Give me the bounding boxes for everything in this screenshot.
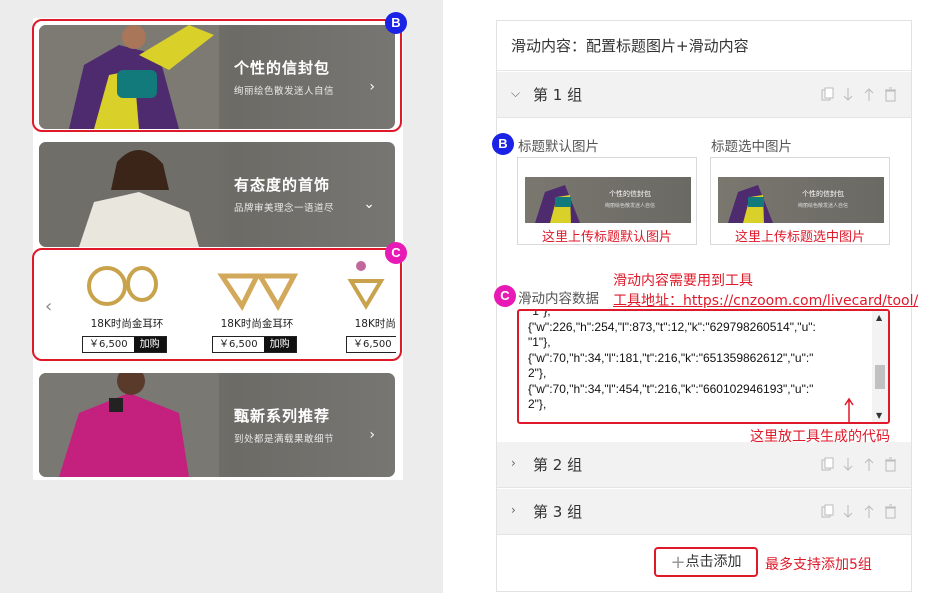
default-image-thumbnail: 个性的信封包 绚丽绘色散发迷人自信	[525, 177, 691, 223]
code-hint-note: 这里放工具生成的代码	[750, 429, 890, 445]
banner-jewelry[interactable]: 有态度的首饰 品牌审美理念一语道尽 ⌄	[39, 142, 395, 247]
red-arrow-up-icon	[844, 397, 854, 424]
group-3-header[interactable]: › 第 3 组	[497, 489, 911, 535]
group-tools	[821, 457, 897, 472]
group-tools	[821, 504, 897, 519]
scroll-thumb[interactable]	[875, 365, 885, 389]
highlight-frame-b	[32, 19, 402, 132]
code-line: 2"},	[528, 397, 547, 411]
banner-subtitle: 品牌审美理念一语道尽	[234, 203, 335, 214]
default-image-upload[interactable]: 个性的信封包 绚丽绘色散发迷人自信 这里上传标题默认图片	[517, 157, 697, 245]
arrow-up-icon[interactable]	[863, 504, 876, 519]
thumbnail-title: 个性的信封包	[609, 190, 651, 198]
banner-new-series[interactable]: 甄新系列推荐 到处都是满载果敢细节 ›	[39, 373, 395, 477]
max-groups-note: 最多支持添加5组	[765, 557, 872, 573]
badge-c: C	[385, 242, 407, 264]
banner-title: 有态度的首饰	[234, 176, 331, 194]
code-line: "1"},	[528, 335, 551, 349]
code-line: {"w":70,"h":34,"l":454,"t":216,"k":"6601…	[528, 381, 814, 396]
model-white-jacket-image	[39, 142, 219, 247]
trash-icon[interactable]	[884, 87, 897, 102]
selected-image-thumbnail: 个性的信封包 绚丽绘色散发迷人自信	[718, 177, 884, 223]
selected-image-upload[interactable]: 个性的信封包 绚丽绘色散发迷人自信 这里上传标题选中图片	[710, 157, 890, 245]
selected-image-label: 标题选中图片	[711, 139, 792, 155]
slide-data-label: 滑动内容数据	[518, 291, 599, 307]
panel-title: 滑动内容：配置标题图片+滑动内容	[497, 21, 911, 71]
arrow-up-icon[interactable]	[863, 457, 876, 472]
arrow-up-icon[interactable]	[863, 87, 876, 102]
chevron-down-icon[interactable]: ⌵	[511, 86, 520, 101]
textarea-scrollbar[interactable]: ▲ ▼	[872, 311, 888, 422]
thumbnail-title: 个性的信封包	[802, 190, 844, 198]
copy-icon[interactable]	[821, 504, 834, 519]
group-1-header[interactable]: ⌵ 第 1 组	[497, 72, 911, 118]
plus-icon: +	[670, 552, 686, 573]
selected-image-hint: 这里上传标题选中图片	[734, 230, 865, 245]
group-tools	[821, 87, 897, 102]
arrow-down-icon[interactable]	[842, 504, 855, 519]
thumbnail-subtitle: 绚丽绘色散发迷人自信	[605, 203, 656, 209]
code-line: 2"},	[528, 366, 547, 380]
arrow-down-icon[interactable]	[842, 457, 855, 472]
scroll-up-icon[interactable]: ▲	[876, 313, 882, 322]
copy-icon[interactable]	[821, 87, 834, 102]
chevron-down-icon: ⌄	[363, 196, 375, 212]
badge-b: B	[385, 12, 407, 34]
model-pink-coat-image	[39, 373, 219, 477]
slide-data-textarea[interactable]: "1"}, {"w":226,"h":254,"l":873,"t":12,"k…	[517, 309, 890, 424]
chevron-right-icon[interactable]: ›	[511, 503, 516, 517]
thumbnail-figure	[535, 185, 580, 223]
copy-icon[interactable]	[821, 457, 834, 472]
banner-title: 甄新系列推荐	[234, 407, 331, 425]
group-name: 第 3 组	[533, 503, 583, 521]
code-line: "1"},	[528, 309, 551, 318]
highlight-frame-c	[32, 248, 402, 361]
badge-c: C	[494, 285, 516, 307]
code-line: {"w":226,"h":254,"l":873,"t":12,"k":"629…	[528, 319, 816, 334]
code-line: {"w":70,"h":34,"l":181,"t":216,"k":"6513…	[528, 350, 814, 365]
trash-icon[interactable]	[884, 457, 897, 472]
chevron-right-icon: ›	[369, 427, 375, 443]
thumbnail-subtitle: 绚丽绘色散发迷人自信	[798, 203, 849, 209]
badge-b: B	[492, 133, 514, 155]
group-name: 第 1 组	[533, 86, 583, 104]
arrow-down-icon[interactable]	[842, 87, 855, 102]
default-image-label: 标题默认图片	[518, 139, 599, 155]
scroll-down-icon[interactable]: ▼	[876, 411, 882, 420]
chevron-right-icon[interactable]: ›	[511, 456, 516, 470]
group-2-header[interactable]: › 第 2 组	[497, 442, 911, 488]
tool-needed-note: 滑动内容需要用到工具	[613, 273, 753, 289]
banner-subtitle: 到处都是满载果敢细节	[234, 434, 335, 445]
add-group-button[interactable]: +点击添加	[654, 547, 758, 577]
trash-icon[interactable]	[884, 504, 897, 519]
group-name: 第 2 组	[533, 456, 583, 474]
tool-url-link[interactable]: 工具地址：https://cnzoom.com/livecard/tool/	[613, 290, 918, 310]
default-image-hint: 这里上传标题默认图片	[541, 230, 672, 245]
thumbnail-figure	[728, 185, 773, 223]
code-content: "1"}, {"w":226,"h":254,"l":873,"t":12,"k…	[528, 311, 873, 413]
add-button-label: 点击添加	[685, 554, 742, 570]
